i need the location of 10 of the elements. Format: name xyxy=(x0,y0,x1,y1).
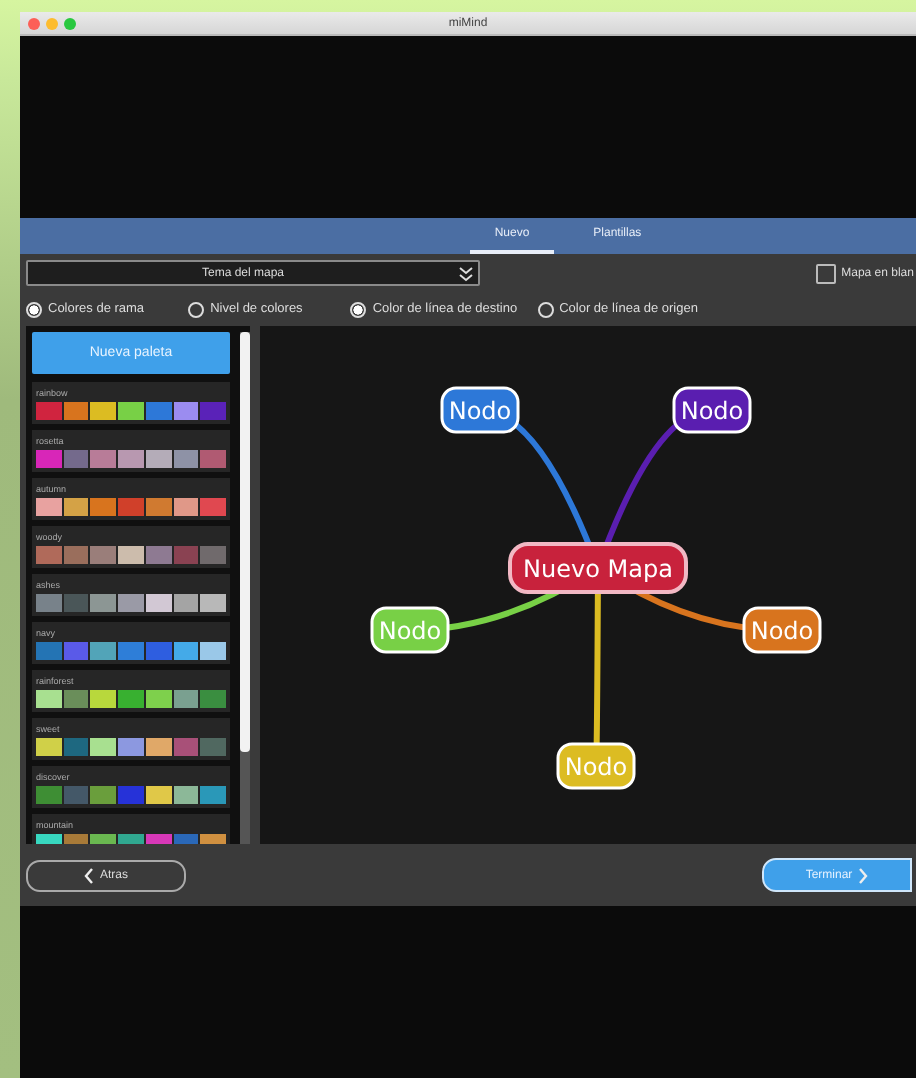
minimize-icon[interactable] xyxy=(46,17,58,29)
zoom-icon[interactable] xyxy=(64,17,76,29)
chevron-right-icon xyxy=(858,867,869,883)
chevron-left-icon xyxy=(83,867,94,883)
scrollbar[interactable] xyxy=(240,332,250,844)
chevron-icon xyxy=(458,265,474,281)
map-node[interactable]: Nodo xyxy=(440,386,520,434)
map-node[interactable]: Nodo xyxy=(672,386,752,434)
close-icon[interactable] xyxy=(28,17,40,29)
central-node[interactable]: Nuevo Mapa xyxy=(508,542,688,594)
